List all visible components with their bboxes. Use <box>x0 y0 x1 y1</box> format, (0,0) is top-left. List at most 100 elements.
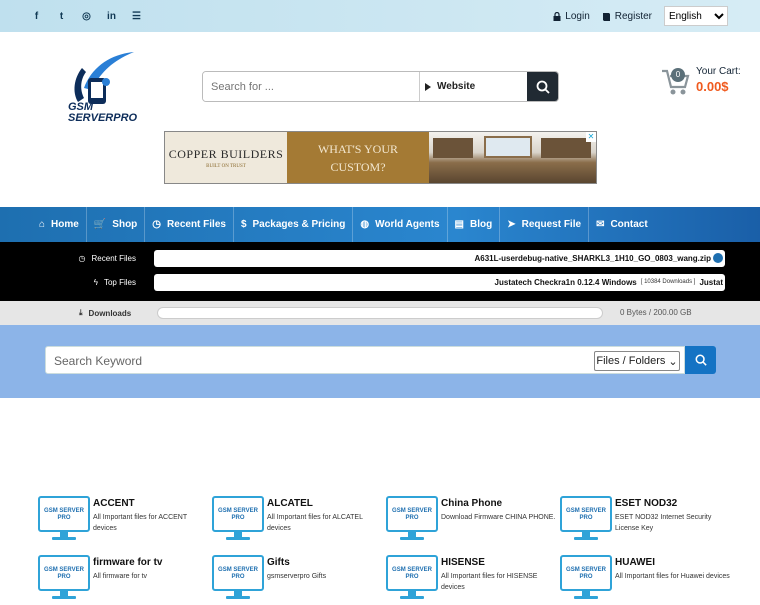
recent-files-marquee[interactable]: A631L-userdebug-native_SHARKL3_1H10_GO_0… <box>154 249 725 267</box>
category-description: All Important files for HISENSE devices <box>441 573 538 591</box>
files-folders-select[interactable]: Files / Folders ⌄ <box>594 351 680 371</box>
monitor-icon: GSM SERVER PRO <box>386 496 438 540</box>
nav-label: Request File <box>521 219 582 230</box>
top-file-next[interactable]: Justat <box>699 278 723 287</box>
category-card[interactable]: GSM SERVER PRO firmware for tv All firmware… <box>38 555 208 605</box>
category-card[interactable]: GSM SERVER PRO Gifts gsmserverpro Gifts <box>212 555 382 605</box>
rss-icon[interactable]: ☰ <box>124 11 149 22</box>
icon-text-line: PRO <box>57 515 70 521</box>
recent-files-text: Recent Files <box>91 253 136 263</box>
category-name[interactable]: HISENSE <box>441 557 485 568</box>
social-links: f t ◎ in ☰ <box>24 11 149 22</box>
nav-label: Recent Files <box>167 219 226 230</box>
nav-label: Contact <box>610 219 648 230</box>
language-select[interactable]: English <box>664 6 728 26</box>
ad-close-icon[interactable]: ✕ <box>586 132 596 142</box>
monitor-icon: GSM SERVER PRO <box>38 496 90 540</box>
category-name[interactable]: China Phone <box>441 498 502 509</box>
nav-item-shop[interactable]: 🛒 Shop <box>87 207 146 242</box>
keyword-placeholder: Search Keyword <box>54 354 143 368</box>
envelope-icon: ✉ <box>596 219 605 230</box>
instagram-icon[interactable]: ◎ <box>74 11 99 22</box>
category-card[interactable]: GSM SERVER PRO ACCENT All Important files f… <box>38 496 208 546</box>
home-icon: ⌂ <box>39 219 46 230</box>
keyword-search-band: Search Keyword Files / Folders ⌄ <box>0 325 760 398</box>
category-name[interactable]: Gifts <box>267 557 290 568</box>
category-card[interactable]: GSM SERVER PRO China Phone Download Firmwar… <box>386 496 556 546</box>
icon-text-line: GSM SERVER <box>218 567 259 573</box>
logo-text-line-2: SERVERPRO <box>68 112 138 124</box>
chevron-down-icon: ⌄ <box>668 355 678 368</box>
top-file-link[interactable]: Justatech Checkra1n 0.12.4 Windows <box>495 278 637 287</box>
monitor-icon: GSM SERVER PRO <box>386 555 438 599</box>
facebook-icon[interactable]: f <box>24 11 49 22</box>
nav-item-packages-pricing[interactable]: $ Packages & Pricing <box>234 207 354 242</box>
cart-icon: 🛒 <box>93 219 107 230</box>
category-card[interactable]: GSM SERVER PRO HISENSE All Important files … <box>386 555 556 605</box>
top-files-marquee[interactable]: Justatech Checkra1n 0.12.4 Windows[ 1038… <box>154 273 725 291</box>
icon-text-line: GSM SERVER <box>566 508 607 514</box>
keyword-search-input[interactable]: Search Keyword Files / Folders ⌄ <box>45 346 685 374</box>
login-link[interactable]: Login <box>553 11 590 22</box>
category-name[interactable]: ALCATEL <box>267 498 313 509</box>
category-card[interactable]: GSM SERVER PRO HUAWEI All Important files f… <box>560 555 730 605</box>
keyword-search-button[interactable] <box>685 346 716 374</box>
nav-item-contact[interactable]: ✉ Contact <box>589 207 655 242</box>
nav-label: Shop <box>112 219 138 230</box>
cart-count-badge: 0 <box>671 68 685 82</box>
ad-brand: COPPER BUILDERS <box>168 146 284 161</box>
top-bar: f t ◎ in ☰ Login Register English <box>0 0 760 32</box>
download-quota: ⤓ Downloads 0 Bytes / 200.00 GB <box>0 301 760 325</box>
search-scope-select[interactable]: Website <box>419 72 527 101</box>
select-label: Files / Folders <box>596 355 666 367</box>
search-icon <box>536 80 550 94</box>
category-name[interactable]: ESET NOD32 <box>615 498 677 509</box>
register-link[interactable]: Register <box>602 11 652 22</box>
category-card[interactable]: GSM SERVER PRO ESET NOD32 ESET NOD32 Intern… <box>560 496 730 546</box>
downloads-label: ⤓ Downloads <box>79 308 131 318</box>
category-name[interactable]: HUAWEI <box>615 557 655 568</box>
ad-cabinet-left <box>433 138 473 158</box>
advertisement-banner[interactable]: COPPER BUILDERS BUILT ON TRUST WHAT'S YO… <box>164 131 597 184</box>
search-input[interactable] <box>203 72 419 101</box>
category-card[interactable]: GSM SERVER PRO ALCATEL All Important files … <box>212 496 382 546</box>
icon-text-line: PRO <box>231 515 244 521</box>
category-name[interactable]: firmware for tv <box>93 557 162 568</box>
category-description: All firmware for tv <box>93 573 148 580</box>
icon-text-line: GSM SERVER <box>44 567 85 573</box>
ad-headline-1: WHAT'S YOUR <box>317 141 399 156</box>
recent-files-label: ◷ Recent Files <box>0 254 152 263</box>
bolt-icon: ϟ <box>93 277 98 287</box>
nav-item-recent-files[interactable]: ◷ Recent Files <box>145 207 234 242</box>
ad-window <box>484 136 532 158</box>
search-button[interactable] <box>527 72 558 101</box>
category-name[interactable]: ACCENT <box>93 498 135 509</box>
ad-headline-panel: WHAT'S YOUR CUSTOM? <box>287 132 429 183</box>
monitor-icon: GSM SERVER PRO <box>560 555 612 599</box>
site-search: Website <box>202 71 559 102</box>
nav-item-request-file[interactable]: ➤ Request File <box>500 207 590 242</box>
top-file-downloads: [ 10384 Downloads ] <box>640 279 696 285</box>
cart-widget[interactable]: 0 Your Cart: 0.00$ <box>660 63 750 103</box>
nav-item-world-agents[interactable]: ◍ World Agents <box>353 207 448 242</box>
recent-file-link[interactable]: A631L-userdebug-native_SHARKL3_1H10_GO_0… <box>474 254 711 263</box>
icon-text-line: PRO <box>579 574 592 580</box>
icon-text-line: PRO <box>579 515 592 521</box>
twitter-icon[interactable]: t <box>49 11 74 22</box>
linkedin-icon[interactable]: in <box>99 11 124 22</box>
nav-label: World Agents <box>375 219 440 230</box>
monitor-icon: GSM SERVER PRO <box>212 496 264 540</box>
monitor-icon: GSM SERVER PRO <box>212 555 264 599</box>
category-description: All Important files for Huawei devices <box>615 573 730 580</box>
nav-item-home[interactable]: ⌂ Home <box>32 207 87 242</box>
icon-text-line: GSM SERVER <box>44 508 85 514</box>
icon-text-line: PRO <box>405 574 418 580</box>
dollar-icon: $ <box>240 219 247 230</box>
search-scope-label: Website <box>437 81 476 92</box>
nav-item-blog[interactable]: ▤ Blog <box>448 207 501 242</box>
downloads-value: 0 Bytes / 200.00 GB <box>620 308 692 317</box>
clock-icon: ◷ <box>152 219 162 230</box>
file-ticker: ◷ Recent Files A631L-userdebug-native_SHA… <box>0 242 760 301</box>
lock-icon <box>553 11 561 21</box>
icon-text-line: PRO <box>231 574 244 580</box>
